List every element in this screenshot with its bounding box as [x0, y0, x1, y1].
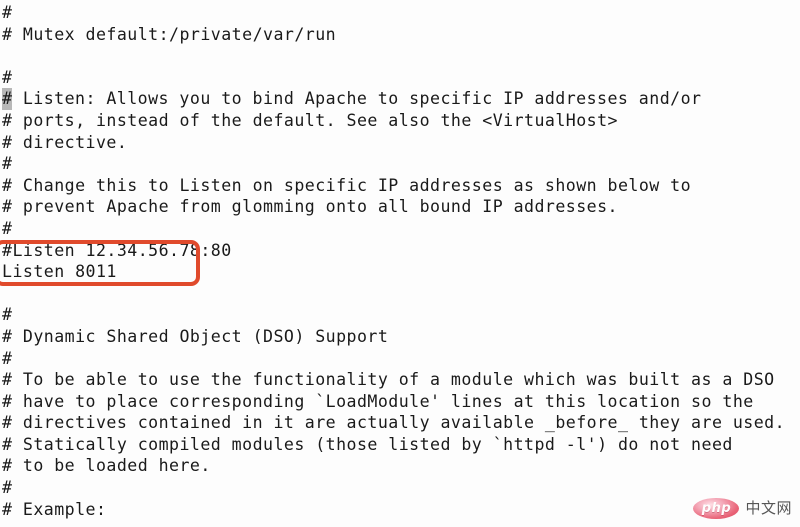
config-file-viewer: # # Mutex default:/private/var/run # # Lis…	[0, 0, 800, 527]
code-line[interactable]: Listen 8011	[0, 261, 800, 283]
code-line[interactable]: # Listen: Allows you to bind Apache to s…	[0, 88, 800, 110]
code-line[interactable]: # Example:	[0, 499, 800, 521]
code-line[interactable]: # ports, instead of the default. See als…	[0, 110, 800, 132]
config-text-area[interactable]: # # Mutex default:/private/var/run # # Lis…	[0, 0, 800, 520]
code-line-text: Listen: Allows you to bind Apache to spe…	[12, 89, 702, 109]
text-cursor: #	[2, 88, 13, 110]
code-line[interactable]: #	[0, 304, 800, 326]
code-line[interactable]: # have to place corresponding `LoadModul…	[0, 391, 800, 413]
code-line[interactable]: # directives contained in it are actuall…	[0, 412, 800, 434]
code-line[interactable]: # To be able to use the functionality of…	[0, 369, 800, 391]
watermark-site-label: 中文网	[745, 499, 792, 517]
code-line-blank[interactable]	[0, 283, 800, 305]
code-line[interactable]: # Dynamic Shared Object (DSO) Support	[0, 326, 800, 348]
php-logo-icon: php	[693, 498, 740, 519]
code-line[interactable]: #	[0, 477, 800, 499]
code-line[interactable]: #	[0, 153, 800, 175]
code-line[interactable]: # Statically compiled modules (those lis…	[0, 434, 800, 456]
code-line[interactable]: # prevent Apache from glomming onto all …	[0, 196, 800, 218]
code-line[interactable]: # to be loaded here.	[0, 455, 800, 477]
code-line[interactable]: #Listen 12.34.56.78:80	[0, 240, 800, 262]
code-line[interactable]: # directive.	[0, 132, 800, 154]
code-line[interactable]: # Change this to Listen on specific IP a…	[0, 175, 800, 197]
code-line-blank[interactable]	[0, 45, 800, 67]
code-line[interactable]: #	[0, 67, 800, 89]
code-line[interactable]: #	[0, 2, 800, 24]
code-line[interactable]: #	[0, 218, 800, 240]
php-logo-label: php	[701, 501, 732, 516]
code-line[interactable]: # Mutex default:/private/var/run	[0, 24, 800, 46]
php-watermark: php 中文网	[693, 498, 792, 519]
code-line[interactable]: #	[0, 348, 800, 370]
